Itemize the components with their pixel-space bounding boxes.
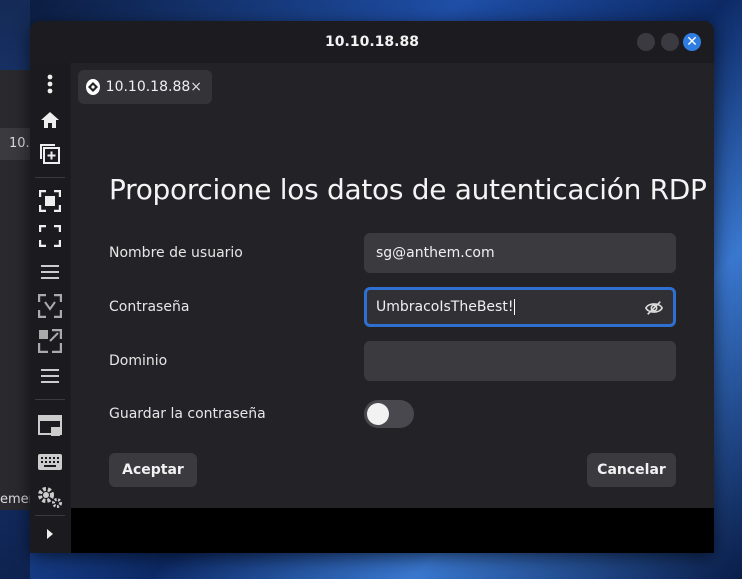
menu-dots-icon[interactable] xyxy=(37,71,63,97)
remote-display-area xyxy=(71,508,714,553)
cancel-button[interactable]: Cancelar xyxy=(587,453,676,487)
window-title: 10.10.18.88 xyxy=(325,34,419,50)
accept-button[interactable]: Aceptar xyxy=(109,453,197,487)
scale-icon[interactable] xyxy=(37,293,63,319)
close-window-button[interactable]: ✕ xyxy=(683,33,701,51)
rdp-protocol-icon xyxy=(86,79,100,95)
fit-window-icon[interactable] xyxy=(37,188,63,214)
home-icon[interactable] xyxy=(37,107,63,133)
password-field[interactable]: UmbracoIsTheBest! xyxy=(364,287,676,327)
title-bar: 10.10.18.88 ✕ xyxy=(30,21,714,63)
save-password-toggle[interactable] xyxy=(364,400,414,428)
page-title: Proporcione los datos de autenticación R… xyxy=(109,173,707,206)
multi-monitor-icon[interactable] xyxy=(37,413,63,439)
rdp-client-window: 10.10.18.88 ✕ 10.10.18.88 × Proporcione … xyxy=(30,21,714,553)
expand-arrow-icon[interactable] xyxy=(37,521,63,547)
tab-close-icon[interactable]: × xyxy=(190,79,202,95)
username-label: Nombre de usuario xyxy=(109,245,243,261)
list-icon[interactable] xyxy=(37,363,63,389)
tab-label: 10.10.18.88 xyxy=(105,79,191,95)
sidebar-divider xyxy=(35,515,65,516)
sidebar-divider xyxy=(35,399,65,400)
domain-label: Dominio xyxy=(109,353,168,369)
maximize-button[interactable] xyxy=(661,33,679,51)
text-caret xyxy=(514,299,516,315)
background-tab: 10. xyxy=(0,128,30,160)
password-value: UmbracoIsTheBest! xyxy=(376,299,514,315)
show-password-icon[interactable] xyxy=(645,299,663,317)
preferences-icon[interactable] xyxy=(37,484,63,510)
password-label: Contraseña xyxy=(109,299,190,315)
keyboard-icon[interactable] xyxy=(37,449,63,475)
close-icon: ✕ xyxy=(686,34,698,50)
background-text: emen xyxy=(0,492,30,507)
list-icon[interactable] xyxy=(37,259,63,285)
dynamic-resolution-icon[interactable] xyxy=(37,328,63,354)
username-value: sg@anthem.com xyxy=(376,245,495,261)
connection-content: 10.10.18.88 × Proporcione los datos de a… xyxy=(71,63,714,508)
sidebar-divider xyxy=(35,177,65,178)
minimize-button[interactable] xyxy=(637,33,655,51)
tab-connection[interactable]: 10.10.18.88 × xyxy=(78,70,212,104)
new-connection-icon[interactable] xyxy=(37,141,63,167)
toggle-knob xyxy=(367,403,389,425)
save-password-label: Guardar la contraseña xyxy=(109,406,266,422)
domain-field[interactable] xyxy=(364,341,676,381)
username-field[interactable]: sg@anthem.com xyxy=(364,233,676,273)
fullscreen-icon[interactable] xyxy=(37,223,63,249)
sidebar-toolbar xyxy=(30,63,70,553)
